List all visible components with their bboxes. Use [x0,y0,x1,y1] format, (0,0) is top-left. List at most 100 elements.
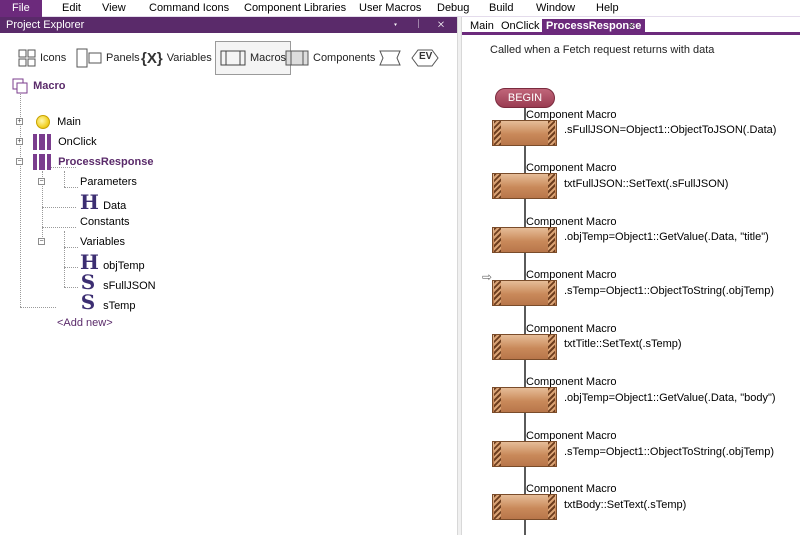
string-type-icon: S [80,270,96,294]
menu-user-macros[interactable]: User Macros [359,0,421,17]
menu-window[interactable]: Window [536,0,575,17]
tree-item-processresponse[interactable]: ProcessResponse [33,153,153,171]
block-stripe [548,174,555,198]
block-stripe [548,121,555,145]
collapse-variables[interactable]: − [38,238,45,245]
components-tab-button[interactable]: Components [285,41,375,75]
block-stripe [548,335,555,359]
menu-file[interactable]: File [0,0,42,17]
collapse-processresponse[interactable]: − [16,158,23,165]
block-stripe [548,228,555,252]
lightbulb-icon [36,115,50,130]
expand-main[interactable]: + [16,118,23,125]
component-macro-block[interactable] [492,173,557,199]
ev-tab-button[interactable]: EV [410,41,440,75]
menu-debug[interactable]: Debug [437,0,469,17]
component-macro-block[interactable] [492,227,557,253]
tree-label-sfulljson: sFullJSON [103,280,156,292]
menu-view[interactable]: View [102,0,126,17]
block-code: txtTitle::SetText(.sTemp) [564,338,682,350]
tree-item-main[interactable]: Main [36,113,81,131]
menu-command-icons[interactable]: Command Icons [149,0,229,17]
tree-label-parameters: Parameters [80,176,137,188]
tree-label-onclick: OnClick [58,136,97,148]
block-stripe [494,228,501,252]
menu-edit[interactable]: Edit [62,0,81,17]
scroll-tab-button[interactable] [376,41,404,75]
panels-tab-button[interactable]: Panels [76,41,140,75]
variables-icon: {X} [141,49,163,67]
collapse-parameters[interactable]: − [38,178,45,185]
editor-tabs: Main OnClick ProcessResponse × [462,17,800,35]
expand-onclick[interactable]: + [16,138,23,145]
component-macro-block[interactable] [492,441,557,467]
block-stripe [494,121,501,145]
icons-tab-button[interactable]: Icons [18,41,66,75]
tree-item-constants[interactable]: Constants [80,213,130,231]
menu-build[interactable]: Build [489,0,513,17]
block-stripe [494,174,501,198]
insert-arrow-icon: ⇨ [482,270,493,284]
block-code: .sTemp=Object1::ObjectToString(.objTemp) [564,285,775,297]
component-macro-block[interactable] [492,334,557,360]
macro-icon [220,50,246,66]
tree-label-processresponse: ProcessResponse [58,156,154,168]
begin-node[interactable]: BEGIN [495,88,555,108]
component-macro-block[interactable] [492,280,557,306]
tree-label-stemp: sTemp [103,300,136,312]
block-stripe [548,281,555,305]
project-explorer-header: Project Explorer ▾ ᛁ ✕ [0,17,457,33]
variables-tab-button[interactable]: {X} Variables [141,41,212,75]
tree-guide [42,227,76,228]
tree-label-variables: Variables [80,236,126,248]
component-macro-block[interactable] [492,387,557,413]
tree-guide [42,207,76,208]
tree-item-objtemp[interactable]: H objTemp [80,252,145,272]
string-type-icon: S [80,290,96,314]
tree-item-data[interactable]: H Data [80,192,126,212]
panel-controls[interactable]: ▾ ᛁ ✕ [392,17,451,33]
block-code: .sFullJSON=Object1::ObjectToJSON(.Data) [564,124,777,136]
tree-item-stemp[interactable]: S sTemp [80,290,136,314]
block-stripe [548,495,555,519]
variables-tab-label: Variables [166,52,212,64]
component-macro-block[interactable] [492,494,557,520]
tree-guide [64,187,78,188]
block-stripe [548,388,555,412]
tree-label-add-new: <Add new> [57,317,113,329]
tree-item-macro-root[interactable]: Macro [12,77,65,95]
tree-guide [64,267,78,268]
tree-label-constants: Constants [80,216,130,228]
tree-item-sfulljson[interactable]: S sFullJSON [80,270,156,294]
menu-component-libraries[interactable]: Component Libraries [244,0,346,17]
tab-onclick[interactable]: OnClick [497,19,544,34]
grid-icon [18,49,36,67]
block-code: txtBody::SetText(.sTemp) [564,499,687,511]
tree-item-parameters[interactable]: Parameters [80,173,137,191]
block-stripe [494,442,501,466]
flowchart-canvas[interactable]: Called when a Fetch request returns with… [462,38,800,535]
macro-icon [33,154,51,171]
block-stripe [494,335,501,359]
tree-item-onclick[interactable]: OnClick [33,133,97,151]
tree-item-variables[interactable]: Variables [80,233,125,251]
macro-icon [33,134,51,151]
project-explorer-panel: Project Explorer ▾ ᛁ ✕ Icons Panels {X} … [0,17,457,535]
tree-guide [64,247,78,248]
close-tab-icon[interactable]: × [628,19,634,34]
component-macro-block[interactable] [492,120,557,146]
project-explorer-title: Project Explorer [6,19,85,31]
macros-tab-label: Macros [250,52,287,64]
macro-description: Called when a Fetch request returns with… [490,44,715,56]
macros-tab-button[interactable]: Macros [215,41,292,75]
menu-help[interactable]: Help [596,0,619,17]
block-code: .objTemp=Object1::GetValue(.Data, "body"… [564,392,776,404]
tree-item-add-new[interactable]: <Add new> [57,314,113,332]
ev-tab-label: EV [419,51,433,62]
macro-folder-icon [12,78,28,94]
tree-label-macro: Macro [33,80,66,92]
tab-main[interactable]: Main [466,19,498,34]
tree-guide [64,287,78,288]
block-code: txtFullJSON::SetText(.sFullJSON) [564,178,729,190]
components-tab-label: Components [313,52,376,64]
